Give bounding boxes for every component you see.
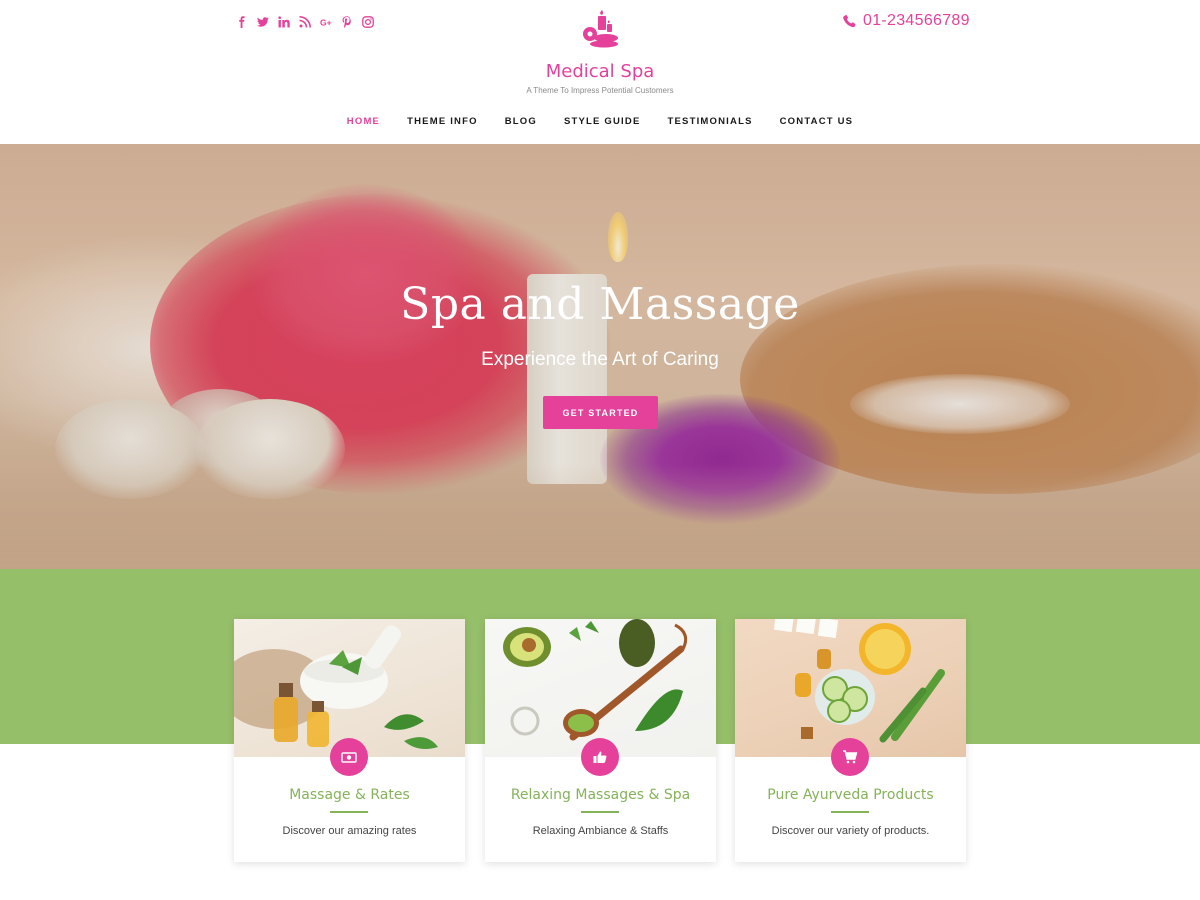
google-plus-icon[interactable]: G+ [316, 14, 336, 30]
spa-candle-logo-icon[interactable] [578, 8, 622, 48]
twitter-icon[interactable] [253, 14, 273, 30]
feature-image-mortar-oils [234, 619, 465, 757]
nav-item-theme-info[interactable]: THEME INFO [394, 116, 492, 127]
linkedin-icon[interactable] [274, 14, 294, 30]
hero-title: Spa and Massage [400, 279, 800, 330]
get-started-button[interactable]: GET STARTED [543, 396, 658, 429]
money-icon [330, 738, 368, 776]
phone-icon [843, 14, 856, 28]
nav-item-home[interactable]: HOME [333, 116, 393, 127]
site-header: G+ 01-234566789 Medical Spa A Theme To I… [0, 0, 1200, 144]
pinterest-icon[interactable] [337, 14, 357, 30]
site-description: A Theme To Impress Potential Customers [526, 86, 674, 95]
phone-number[interactable]: 01-234566789 [863, 12, 970, 30]
hero-subtitle: Experience the Art of Caring [481, 349, 719, 370]
main-navigation: HOME THEME INFO BLOG STYLE GUIDE TESTIMO… [0, 116, 1200, 127]
site-title[interactable]: Medical Spa [0, 61, 1200, 82]
thumbs-up-icon [581, 738, 619, 776]
feature-text: Discover our variety of products. [771, 825, 930, 837]
feature-divider [581, 811, 619, 813]
feature-card-ayurveda-products[interactable]: Pure Ayurveda Products Discover our vari… [735, 619, 966, 862]
feature-divider [330, 811, 368, 813]
instagram-icon[interactable] [358, 14, 378, 30]
feature-card-relaxing-massages[interactable]: Relaxing Massages & Spa Relaxing Ambianc… [485, 619, 716, 862]
feature-text: Relaxing Ambiance & Staffs [532, 825, 669, 837]
phone-contact[interactable]: 01-234566789 [843, 12, 970, 30]
feature-text: Discover our amazing rates [282, 825, 417, 837]
nav-item-style-guide[interactable]: STYLE GUIDE [550, 116, 654, 127]
feature-divider [831, 811, 869, 813]
feature-card-massage-rates[interactable]: Massage & Rates Discover our amazing rat… [234, 619, 465, 862]
facebook-icon[interactable] [232, 14, 252, 30]
hero-banner: Spa and Massage Experience the Art of Ca… [0, 144, 1200, 569]
svg-text:G+: G+ [320, 17, 332, 27]
rss-icon[interactable] [295, 14, 315, 30]
feature-title[interactable]: Relaxing Massages & Spa [485, 787, 716, 803]
feature-title[interactable]: Massage & Rates [234, 787, 465, 803]
nav-item-blog[interactable]: BLOG [491, 116, 550, 127]
social-links: G+ [232, 14, 379, 30]
shopping-cart-icon [831, 738, 869, 776]
nav-item-testimonials[interactable]: TESTIMONIALS [654, 116, 766, 127]
feature-title[interactable]: Pure Ayurveda Products [735, 787, 966, 803]
feature-image-avocado-spoon [485, 619, 716, 757]
nav-item-contact-us[interactable]: CONTACT US [766, 116, 867, 127]
feature-image-cucumber-lemon [735, 619, 966, 757]
